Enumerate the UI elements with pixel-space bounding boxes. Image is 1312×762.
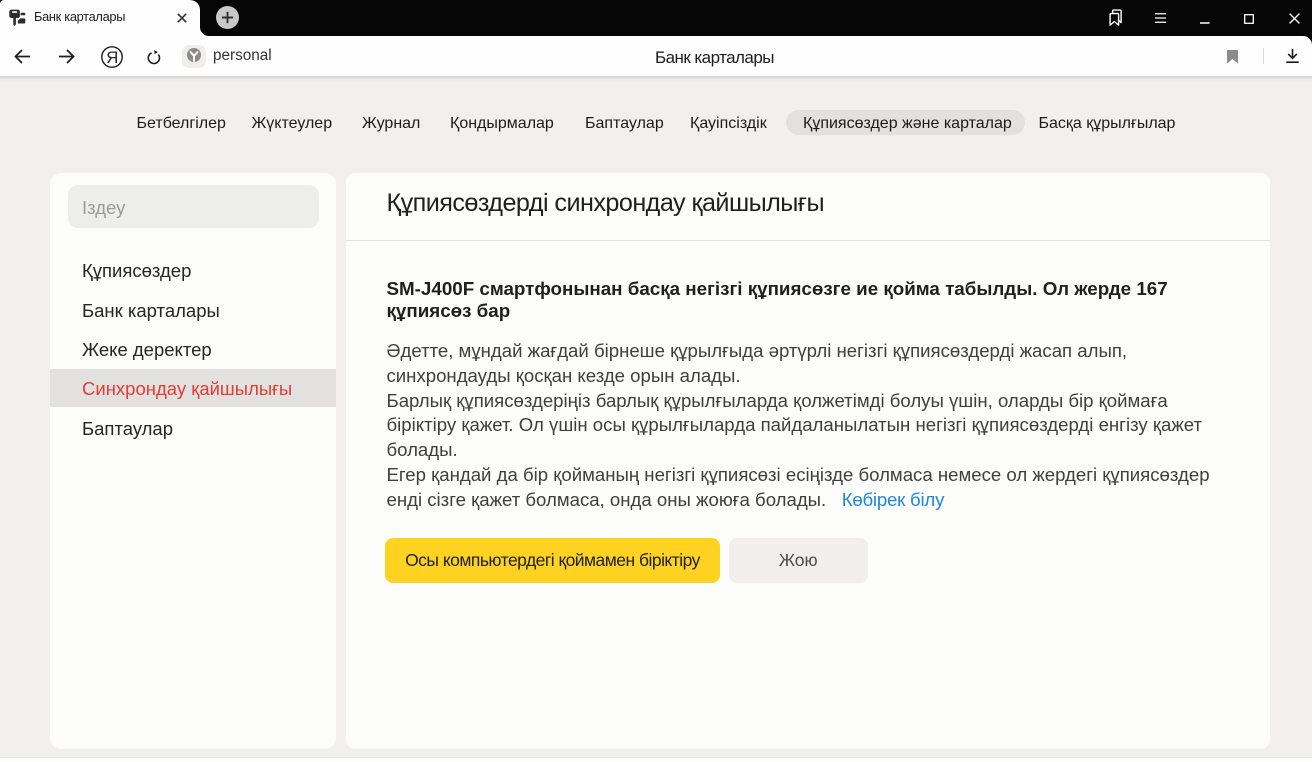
svg-text:Я: Я: [106, 48, 118, 67]
